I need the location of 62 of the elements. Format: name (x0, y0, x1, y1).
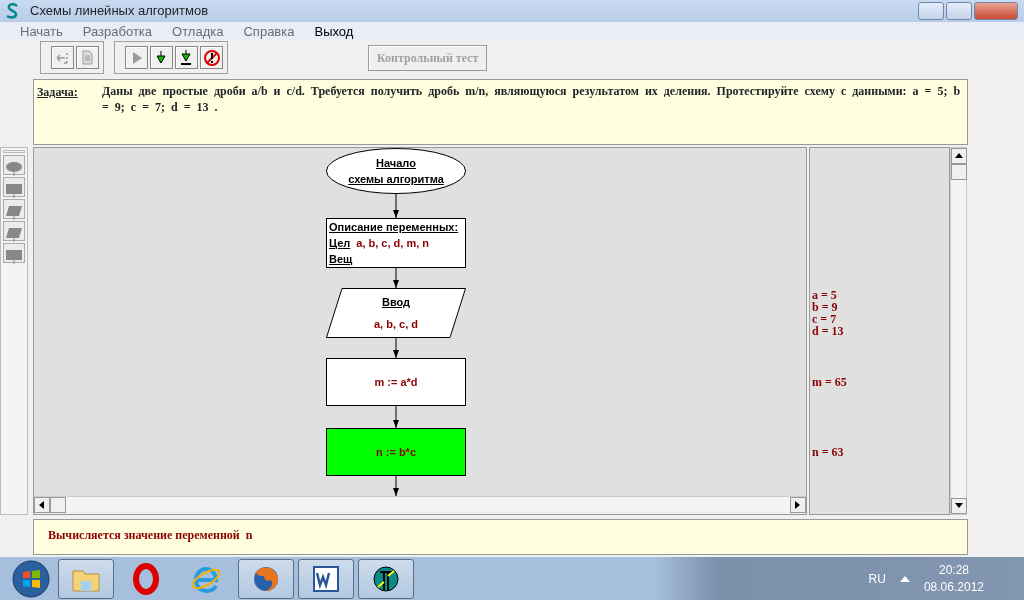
process-shape-button[interactable] (3, 177, 25, 197)
tray-expand-icon[interactable] (899, 576, 910, 583)
type-label: Вещ (329, 253, 353, 266)
trace-value: n = 63 (812, 446, 844, 458)
clock-time: 20:28 (937, 561, 970, 579)
grip-handle[interactable] (3, 150, 25, 153)
down-arrow-bar-button[interactable] (175, 46, 198, 69)
clock-date: 08.06.2012 (923, 578, 984, 596)
down-arrow-icon (955, 503, 963, 509)
window-title: Схемы линейных алгоритмов (30, 2, 209, 21)
scroll-right-button[interactable] (790, 497, 806, 513)
type-label: Цел (329, 237, 351, 250)
status-text: Вычисляется значение переменной n (48, 528, 253, 542)
taskbar-app-button[interactable] (358, 558, 414, 599)
scroll-thumb[interactable] (951, 164, 967, 180)
connector-arrow (392, 338, 400, 358)
task-text: Даны две простые дроби a/b и c/d. Требуется получить дробь m/n, являющуюся результатом их деления. Протестируйте схему с данными: a = 5; b = 9; c = 7; d = 13 . (102, 83, 962, 117)
right-arrow-icon (795, 501, 801, 509)
stop-sign-icon (202, 48, 221, 67)
parallelogram-shape-icon (5, 226, 23, 244)
trace-value: a = 5 (812, 289, 838, 301)
connector-arrow (392, 476, 400, 496)
taskbar-app-button[interactable] (298, 558, 354, 599)
assignment-text: n := b*c (375, 444, 416, 460)
scroll-thumb[interactable] (50, 497, 66, 513)
start-label: схемы алгоритма (348, 172, 444, 187)
trace-value: c = 7 (812, 313, 838, 325)
connector-arrow (392, 406, 400, 428)
trace-value: b = 9 (812, 301, 839, 313)
task-label: Задача: (37, 84, 79, 101)
menu-item[interactable]: Выход (304, 22, 364, 40)
process-shape-button[interactable] (3, 243, 25, 263)
stop-sign-button[interactable] (200, 46, 223, 69)
input-shape-button[interactable] (3, 199, 25, 219)
connector-arrow (392, 268, 400, 288)
up-arrow-icon (955, 153, 963, 159)
minimize-button[interactable] (918, 2, 944, 20)
connector-arrow (392, 194, 400, 218)
rectangle-shape-icon (5, 182, 23, 200)
app-logo-icon (6, 3, 20, 19)
scroll-down-button[interactable] (951, 498, 967, 514)
variable-list: a, b, c, d (374, 316, 418, 333)
scroll-up-button[interactable] (951, 148, 967, 164)
down-arrow-button[interactable] (150, 46, 173, 69)
start-label: Начало (376, 156, 416, 171)
language-indicator[interactable]: RU (868, 569, 886, 588)
output-shape-button[interactable] (3, 221, 25, 241)
maximize-button[interactable] (946, 2, 972, 20)
left-arrow-icon (39, 501, 45, 509)
input-title: Ввод (381, 294, 411, 310)
parallelogram-shape-icon (5, 204, 23, 222)
letter-o-icon (130, 562, 162, 595)
assignment-text: m := a*d (374, 374, 418, 390)
terminal-shape-button[interactable] (3, 155, 25, 175)
oval-shape-icon (5, 160, 23, 178)
declaration-title: Описание переменных: (329, 219, 459, 235)
close-button[interactable] (974, 2, 1018, 20)
scroll-left-button[interactable] (34, 497, 50, 513)
trace-value: m = 65 (812, 376, 847, 388)
variable-list: a, b, c, d, m, n (356, 237, 430, 250)
rectangle-shape-icon (5, 248, 23, 266)
trace-value: d = 13 (812, 325, 844, 337)
